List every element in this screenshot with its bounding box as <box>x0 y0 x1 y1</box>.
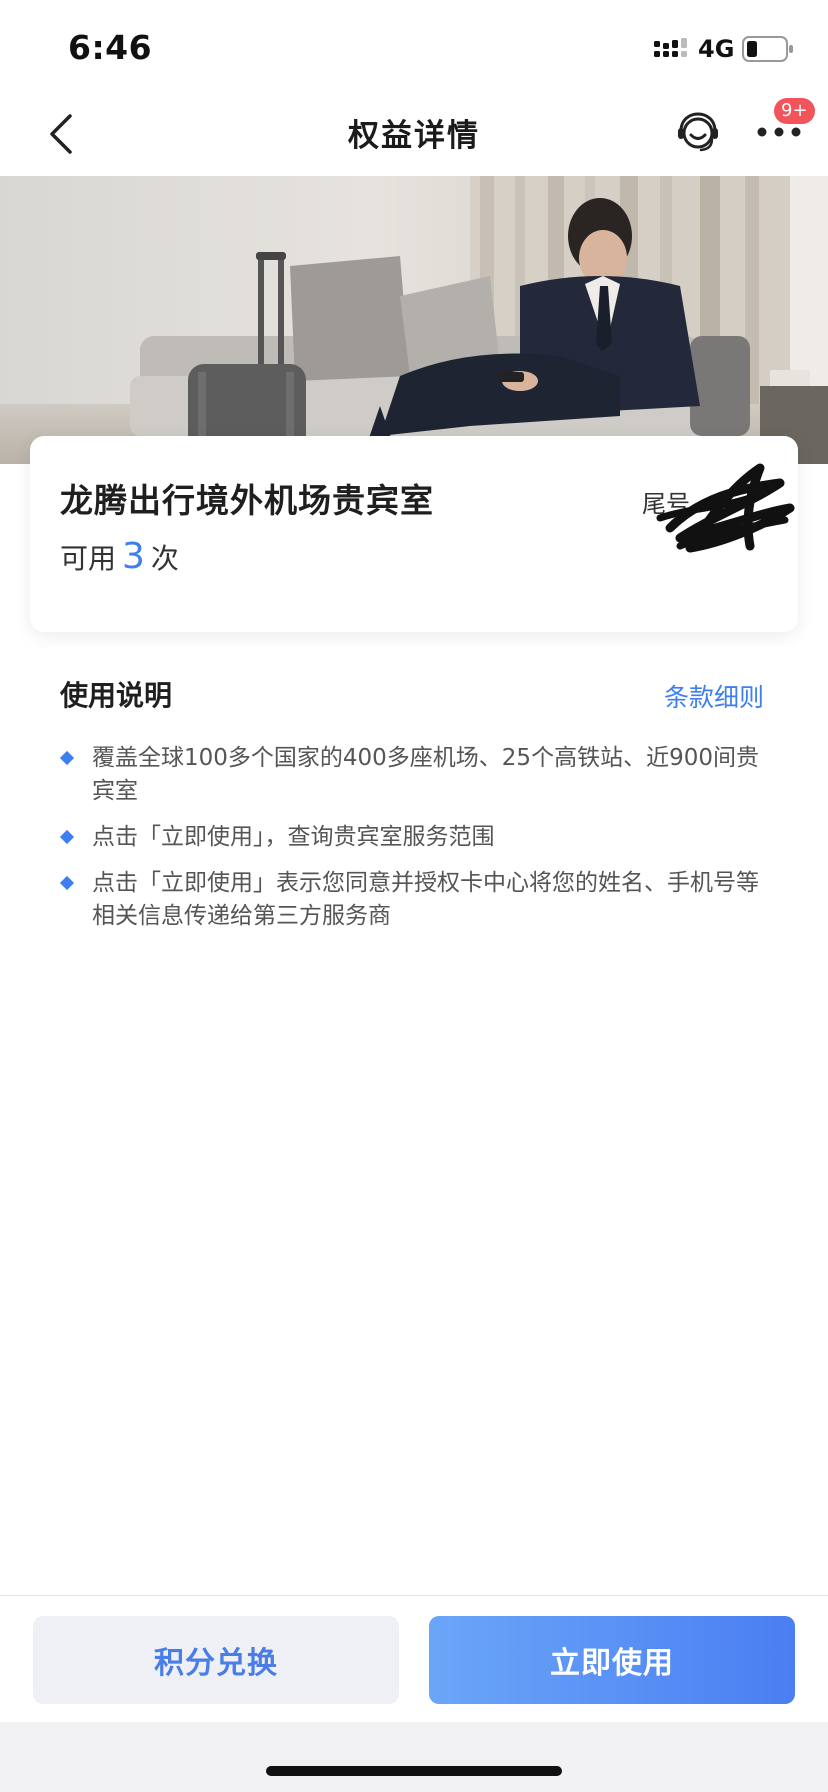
home-indicator[interactable] <box>266 1766 562 1776</box>
terms-link[interactable]: 条款细则 <box>664 678 764 714</box>
list-item-text: 覆盖全球100多个国家的400多座机场、25个高铁站、近900间贵宾室 <box>92 745 759 804</box>
benefit-detail-page: 6:46 4G 权益详情 9+ 龙腾出行境外机场贵宾室 可用 3 次 尾号 使用… <box>0 0 828 1792</box>
redaction-scribble <box>656 463 795 553</box>
list-item: 点击「立即使用」，查询贵宾室服务范围 <box>59 821 776 854</box>
benefit-card: 龙腾出行境外机场贵宾室 可用 3 次 尾号 <box>30 436 798 632</box>
benefit-title: 龙腾出行境外机场贵宾室 <box>60 481 434 520</box>
list-item-text: 点击「立即使用」，查询贵宾室服务范围 <box>92 824 495 850</box>
list-item: 覆盖全球100多个国家的400多座机场、25个高铁站、近900间贵宾室 <box>59 742 776 808</box>
nav-bar: 权益详情 <box>0 92 828 176</box>
instructions-title: 使用说明 <box>60 679 173 712</box>
instructions-list: 覆盖全球100多个国家的400多座机场、25个高铁站、近900间贵宾室 点击「立… <box>59 742 776 946</box>
bottom-action-bar: 积分兑换 立即使用 <box>0 1596 828 1722</box>
battery-icon <box>742 36 793 62</box>
status-bar: 6:46 4G <box>0 0 828 92</box>
signal-icon <box>654 38 687 57</box>
usage-count: 可用 3 次 <box>60 536 179 577</box>
more-dots-icon <box>757 127 801 137</box>
use-now-button[interactable]: 立即使用 <box>429 1616 795 1704</box>
notification-badge: 9+ <box>774 98 815 124</box>
usage-count-suffix: 次 <box>150 542 179 575</box>
diamond-bullet-icon <box>59 829 75 845</box>
usage-count-prefix: 可用 <box>60 542 117 575</box>
home-indicator-area <box>0 1722 828 1792</box>
customer-service-button[interactable] <box>673 106 723 158</box>
list-item: 点击「立即使用」表示您同意并授权卡中心将您的姓名、手机号等相关信息传递给第三方服… <box>59 867 776 933</box>
customer-service-icon <box>678 112 718 152</box>
hero-image <box>0 176 828 464</box>
diamond-bullet-icon <box>59 875 75 891</box>
diamond-bullet-icon <box>59 750 75 766</box>
points-redeem-button[interactable]: 积分兑换 <box>33 1616 399 1704</box>
usage-count-value: 3 <box>122 536 145 577</box>
list-item-text: 点击「立即使用」表示您同意并授权卡中心将您的姓名、手机号等相关信息传递给第三方服… <box>92 870 759 929</box>
network-type: 4G <box>698 35 735 63</box>
status-time: 6:46 <box>68 28 153 67</box>
